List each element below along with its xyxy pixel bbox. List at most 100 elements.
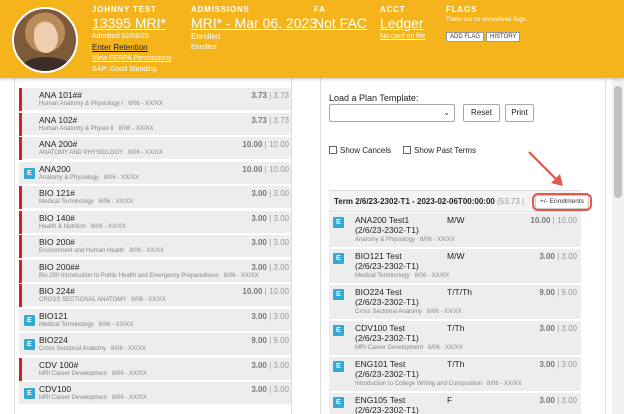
flags-label: FLAGS (446, 5, 478, 14)
term-title: Term 2/6/23-2302-T1 - 2023-02-06T00:00:0… (334, 197, 495, 206)
enrolled-badge-icon: E (333, 397, 344, 408)
fa-status-link[interactable]: Not FAC (314, 15, 367, 31)
term-course-row[interactable]: E BIO121 Test (2/6/23-2302-T1) Medical Term… (329, 249, 581, 284)
course-subtitle: Bio 200 Introduction to Public Health an… (39, 272, 259, 279)
ledger-link[interactable]: Ledger (380, 15, 425, 31)
course-code: BIO 224# (39, 286, 75, 296)
section-subtitle: Medical Terminology 8/06 - XX/XX (355, 273, 450, 279)
show-cancels-toggle[interactable]: Show Cancels (329, 146, 391, 155)
section-days: T/Th (447, 359, 465, 369)
course-code: BIO 200# (39, 237, 75, 247)
section-name: ANA200 Test1 (355, 215, 410, 225)
course-credits: 3.00 | 3.00 (251, 262, 289, 272)
course-subtitle: Environment and Human Health 8/06 - XX/X… (39, 248, 165, 254)
term-course-row[interactable]: E CDV100 Test (2/6/23-2302-T1) MRI Career D… (329, 321, 581, 356)
course-code: BIO121 (39, 310, 68, 321)
section-name: ENG101 Test (355, 359, 406, 369)
course-credits: 3.00 | 3.00 (251, 189, 289, 198)
course-row[interactable]: BIO 200# Environment and Human Health 8/0… (19, 235, 291, 258)
course-row[interactable]: E CDV100 MRI Career Development 8/06 - XX/… (19, 382, 291, 405)
plan-template-select[interactable]: ⌄ (329, 104, 455, 122)
term-course-row[interactable]: E ENG101 Test (2/6/23-2302-T1) Introduction… (329, 357, 581, 392)
section-credits: 9.00 | 9.00 (539, 288, 577, 297)
term-course-row[interactable]: E BIO224 Test (2/6/23-2302-T1) Cross Sectio… (329, 285, 581, 320)
course-credits: 10.00 | 10.00 (242, 140, 289, 149)
course-code: CDV 100# (39, 359, 79, 370)
show-past-terms-checkbox[interactable] (403, 146, 411, 154)
section-days: F (447, 395, 453, 405)
term-course-row[interactable]: E ENG105 Test (2/6/23-2302-T1) F 3.00 | 3.0… (329, 393, 581, 414)
term-header: Term 2/6/23-2302-T1 - 2023-02-06T00:00:0… (329, 190, 592, 212)
enrolled-badge-icon: E (24, 167, 35, 179)
enrollment-status: Enrolled (191, 44, 217, 51)
enrolled-badge-icon: E (333, 361, 344, 372)
section-subtitle: MRI Career Development 8/06 - XX/XX (355, 345, 463, 351)
page-scrollbar-thumb[interactable] (614, 86, 622, 198)
enrolled-badge-icon: E (333, 289, 344, 300)
course-subtitle: Cross Sectional Anatomy 8/06 - XX/XX (39, 346, 146, 352)
section-credits: 3.00 | 3.00 (539, 324, 577, 333)
reset-button[interactable]: Reset (463, 104, 500, 122)
course-row[interactable]: BIO 140# Health & Nutrition 8/06 - XX/XX 3… (19, 210, 291, 234)
plan-template-label: Load a Plan Template: (329, 93, 419, 103)
course-code: BIO 121# (39, 188, 75, 198)
flag-history-button[interactable]: HISTORY (486, 32, 521, 42)
admission-status: Enrolled (191, 32, 221, 41)
course-credits: 9.00 | 9.00 (251, 336, 289, 345)
program-link[interactable]: MRI* - Mar 06, 2023 (191, 15, 317, 31)
show-cancels-checkbox[interactable] (329, 146, 337, 154)
course-row[interactable]: BIO 200## Bio 200 Introduction to Public … (19, 259, 291, 283)
section-name: ENG105 Test (355, 395, 406, 405)
course-credits: 3.00 | 3.00 (251, 360, 289, 370)
student-avatar (12, 7, 78, 73)
course-credits: 3.00 | 3.00 (251, 238, 289, 247)
course-code: ANA 101## (39, 90, 83, 100)
enter-retention-link[interactable]: Enter Retention (92, 42, 172, 53)
course-row[interactable]: E BIO121 Medical Terminology 8/06 - XX/XX 3… (19, 308, 291, 332)
course-subtitle: Medical Terminology 8/06 - XX/XX (39, 321, 134, 328)
card-on-file-link[interactable]: No card on file (380, 31, 425, 42)
enrolled-badge-icon: E (24, 314, 35, 326)
section-credits: 3.00 | 3.00 (539, 396, 577, 405)
unmet-indicator (19, 357, 22, 381)
course-row[interactable]: E BIO224 Cross Sectional Anatomy 8/06 - XX… (19, 333, 291, 356)
print-button[interactable]: Print (505, 104, 534, 122)
course-code: CDV100 (39, 384, 72, 394)
course-credits: 3.73 | 3.73 (251, 91, 289, 100)
add-flag-button[interactable]: ADD FLAG (446, 32, 485, 42)
show-past-terms-toggle[interactable]: Show Past Terms (403, 146, 476, 155)
section-days: M/W (447, 215, 465, 225)
admissions-column: ADMISSIONS MRI* - Mar 06, 2023 Enrolled … (191, 5, 317, 53)
enrolled-badge-icon: E (333, 253, 344, 264)
section-subtitle: Anatomy & Physiology 8/06 - XX/XX (355, 237, 455, 243)
fa-label: FA (314, 5, 326, 14)
course-credits: 3.73 | 3.73 (251, 115, 289, 125)
enrolled-badge-icon: E (333, 325, 344, 336)
acct-column: ACCT Ledger No card on file (380, 5, 425, 42)
unmet-indicator (19, 88, 22, 111)
course-subtitle: ANATOMY AND PHYSIOLOGY 8/06 - XX/XX (39, 150, 163, 156)
course-code: BIO 200## (39, 261, 80, 272)
course-list: ANA 101## Human Anatomy & Physiology I 8/… (14, 78, 292, 414)
course-subtitle: Medical Terminology 8/06 - XX/XX (39, 199, 134, 205)
course-row[interactable]: CDV 100# MRI Career Development 8/06 - XX… (19, 357, 291, 381)
course-row[interactable]: BIO 121# Medical Terminology 8/06 - XX/XX… (19, 186, 291, 209)
course-code: ANA200 (39, 163, 71, 174)
course-credits: 10.00 | 10.00 (242, 287, 289, 296)
term-course-row[interactable]: E ANA200 Test1 (2/6/23-2302-T1) Anatomy & P… (329, 213, 581, 248)
course-row[interactable]: ANA 200# ANATOMY AND PHYSIOLOGY 8/06 - XX… (19, 137, 291, 160)
section-credits: 3.00 | 3.00 (539, 360, 577, 369)
flags-note: There are no unresolved flags. (446, 17, 528, 23)
section-term: (2/6/23-2302-T1) (355, 225, 419, 235)
course-row[interactable]: BIO 224# CROSS SECTIONAL ANATOMY 8/06 - X… (19, 284, 291, 307)
unmet-indicator (19, 186, 22, 209)
annotation-arrow-icon (528, 151, 563, 186)
student-id-link[interactable]: 13395 MRI* (92, 15, 172, 31)
highlight-ring (532, 193, 592, 211)
course-row[interactable]: E ANA200 Anatomy & Physiology 8/06 - XX/XX… (19, 161, 291, 185)
course-row[interactable]: ANA 102# Human Anatomy & Physio II 8/06 -… (19, 112, 291, 136)
ferpa-permissions-link[interactable]: View FERPA Permissions (92, 53, 172, 64)
course-row[interactable]: ANA 101## Human Anatomy & Physiology I 8/… (19, 88, 291, 111)
section-term: (2/6/23-2302-T1) (355, 297, 419, 307)
section-subtitle: Introduction to College Writing and Comp… (355, 381, 522, 387)
